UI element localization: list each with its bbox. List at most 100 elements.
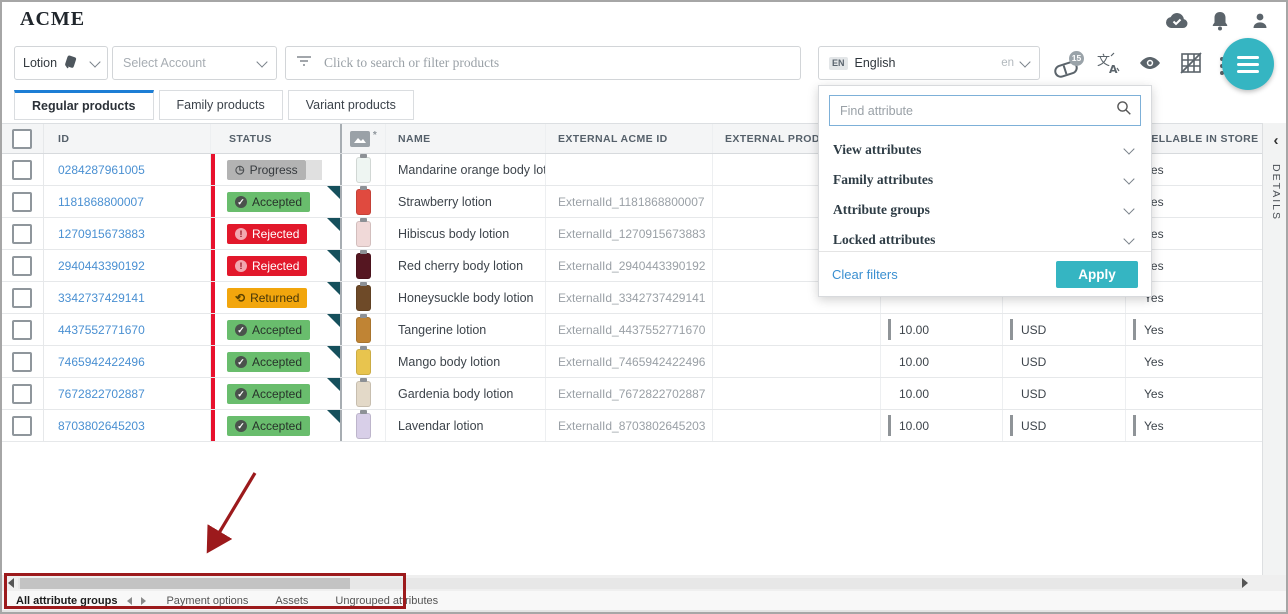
attribute-search-field[interactable] (829, 95, 1141, 126)
external-product-id (713, 378, 881, 409)
status-badge: ✓Accepted (227, 416, 310, 436)
row-checkbox[interactable] (12, 416, 32, 436)
filter-section-label: Attribute groups (833, 202, 930, 218)
sellable-value: Yes (1144, 355, 1164, 369)
row-checkbox[interactable] (12, 352, 32, 372)
status-cell: !Rejected (211, 250, 340, 281)
status-returned-icon: ⟲ (235, 292, 245, 304)
account-select[interactable]: Select Account (112, 46, 277, 80)
column-header-name[interactable]: NAME (386, 124, 546, 153)
details-rail-label: DETAILS (1270, 164, 1282, 221)
locked-marker (888, 319, 891, 340)
product-id-link[interactable]: 8703802645203 (58, 419, 145, 433)
sellable-value: Yes (1144, 323, 1164, 337)
filter-section-view-attributes[interactable]: View attributes (819, 135, 1151, 165)
product-id-link[interactable]: 0284287961005 (58, 163, 145, 177)
row-checkbox[interactable] (12, 320, 32, 340)
clear-filters-link[interactable]: Clear filters (832, 267, 898, 282)
product-type-select[interactable]: Lotion (14, 46, 108, 80)
horizontal-scrollbar[interactable] (2, 575, 1286, 591)
attribute-search-input[interactable] (838, 103, 1116, 119)
table-row: 4437552771670✓AcceptedTangerine lotionEx… (0, 314, 1264, 346)
product-id-link[interactable]: 4437552771670 (58, 323, 145, 337)
status-label: Accepted (252, 195, 302, 209)
group-tab-assets[interactable]: Assets (275, 595, 308, 607)
status-label: Accepted (252, 419, 302, 433)
tab-family-products[interactable]: Family products (159, 90, 283, 120)
currency-value: USD (1021, 419, 1046, 433)
row-checkbox[interactable] (12, 160, 32, 180)
scrollbar-track[interactable] (18, 578, 1242, 589)
status-badge: !Rejected (227, 224, 307, 244)
scroll-left-icon[interactable] (8, 578, 14, 588)
preview-eye-icon[interactable] (1138, 54, 1162, 77)
row-checkbox[interactable] (12, 192, 32, 212)
currency-value: USD (1021, 355, 1046, 369)
table-off-icon[interactable] (1179, 52, 1203, 79)
product-id-link[interactable]: 2940443390192 (58, 259, 145, 273)
language-label: English (855, 56, 896, 70)
filter-section-attribute-groups[interactable]: Attribute groups (819, 195, 1151, 225)
product-id-link[interactable]: 3342737429141 (58, 291, 145, 305)
external-acme-id: ExternalId_3342737429141 (558, 291, 705, 305)
row-checkbox[interactable] (12, 256, 32, 276)
currency-value: USD (1021, 323, 1046, 337)
tab-regular-products[interactable]: Regular products (14, 90, 154, 120)
user-icon[interactable] (1250, 10, 1270, 32)
translate-icon[interactable]: 文A (1097, 52, 1121, 79)
external-acme-id: ExternalId_7672822702887 (558, 387, 705, 401)
unsaved-corner-marker (327, 186, 340, 199)
search-input[interactable] (322, 54, 790, 72)
row-checkbox[interactable] (12, 288, 32, 308)
filter-section-family-attributes[interactable]: Family attributes (819, 165, 1151, 195)
details-rail[interactable]: ‹ DETAILS (1262, 123, 1288, 575)
completeness-capsule-icon[interactable]: 15 (1054, 55, 1080, 77)
attribute-filter-panel: View attributesFamily attributes Attribut… (818, 85, 1152, 297)
main-menu-fab[interactable] (1222, 38, 1274, 90)
chevron-down-icon (1019, 56, 1030, 67)
status-accepted-icon: ✓ (235, 388, 247, 400)
product-thumbnail (356, 221, 371, 247)
product-id-link[interactable]: 1270915673883 (58, 227, 145, 241)
column-header-id[interactable]: ID (44, 124, 211, 153)
scroll-right-icon[interactable] (1242, 578, 1248, 588)
column-header-status[interactable]: STATUS (211, 124, 340, 153)
column-header-external-acme-id[interactable]: EXTERNAL ACME ID (546, 124, 713, 153)
external-product-id (713, 410, 881, 441)
product-id-link[interactable]: 7465942422496 (58, 355, 145, 369)
external-acme-id: ExternalId_1181868800007 (558, 195, 705, 209)
product-name: Lavendar lotion (398, 419, 483, 433)
status-accepted-icon: ✓ (235, 196, 247, 208)
locked-marker (888, 415, 891, 436)
product-search[interactable] (285, 46, 801, 80)
chevron-left-icon[interactable]: ‹ (1274, 133, 1279, 148)
table-row: 7465942422496✓AcceptedMango body lotionE… (0, 346, 1264, 378)
locked-marker (1010, 319, 1013, 340)
notifications-bell-icon[interactable] (1210, 10, 1230, 32)
scrollbar-thumb[interactable] (20, 578, 350, 589)
select-all-checkbox[interactable] (12, 129, 32, 149)
row-checkbox[interactable] (12, 384, 32, 404)
apply-button[interactable]: Apply (1056, 261, 1138, 288)
cloud-sync-icon[interactable] (1164, 10, 1190, 32)
column-header-image[interactable]: * (340, 124, 386, 153)
group-tab-ungrouped-attributes[interactable]: Ungrouped attributes (335, 595, 438, 607)
group-next-icon[interactable] (141, 597, 146, 605)
status-progress-icon: ◷ (235, 164, 245, 176)
group-tab-payment-options[interactable]: Payment options (166, 595, 248, 607)
language-select[interactable]: EN English en (818, 46, 1040, 80)
tab-variant-products[interactable]: Variant products (288, 90, 414, 120)
group-prev-icon[interactable] (127, 597, 132, 605)
status-label: Rejected (252, 259, 299, 273)
language-code-badge: EN (829, 57, 848, 70)
status-cell: ◷Progress (211, 154, 340, 185)
chevron-down-icon (1123, 143, 1134, 154)
row-checkbox[interactable] (12, 224, 32, 244)
table-row: 7672822702887✓AcceptedGardenia body loti… (0, 378, 1264, 410)
product-thumbnail (356, 413, 371, 439)
product-name: Hibiscus body lotion (398, 227, 509, 241)
product-id-link[interactable]: 1181868800007 (58, 195, 144, 209)
group-tab-all-attribute-groups[interactable]: All attribute groups (16, 595, 117, 607)
product-id-link[interactable]: 7672822702887 (58, 387, 145, 401)
search-icon (1116, 100, 1132, 121)
